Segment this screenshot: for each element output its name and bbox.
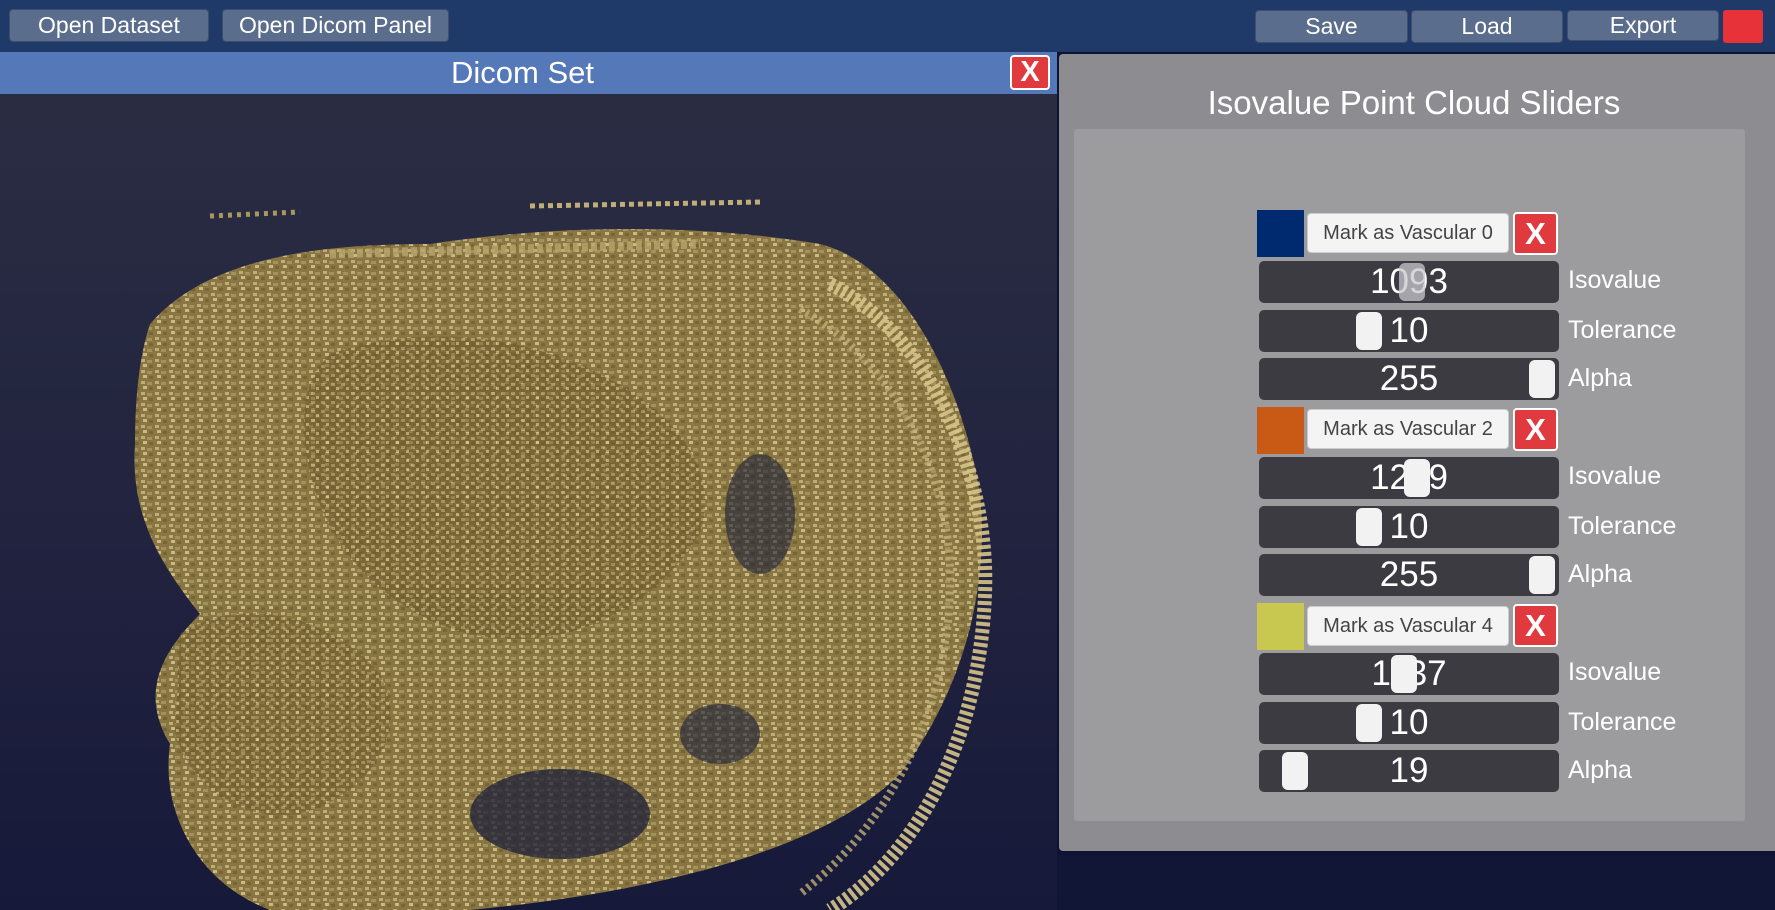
bottom-background [1057, 855, 1775, 910]
slider-label: Isovalue [1568, 658, 1662, 686]
remove-group-button[interactable]: X [1513, 604, 1558, 647]
isovalue-slider[interactable]: 1279 [1259, 457, 1559, 499]
vascular-color-swatch[interactable] [1257, 603, 1304, 650]
mark-as-vascular-button[interactable]: Mark as Vascular 0 [1307, 213, 1509, 253]
slider-handle[interactable] [1399, 263, 1425, 301]
dicom-3d-viewport[interactable] [0, 94, 1057, 910]
isovalue-slider[interactable]: 1093 [1259, 261, 1559, 303]
slider-handle[interactable] [1356, 312, 1382, 350]
slider-label: Tolerance [1568, 316, 1677, 344]
slider-handle[interactable] [1529, 360, 1555, 398]
slider-label: Alpha [1568, 364, 1632, 392]
open-dicom-panel-button[interactable]: Open Dicom Panel [222, 9, 449, 42]
alpha-slider[interactable]: 255 [1259, 358, 1559, 400]
remove-group-button[interactable]: X [1513, 408, 1558, 451]
alpha-slider[interactable]: 255 [1259, 554, 1559, 596]
slider-label: Alpha [1568, 560, 1632, 588]
slider-handle[interactable] [1391, 655, 1417, 693]
dicom-set-title: Dicom Set [451, 55, 594, 90]
tolerance-slider[interactable]: 10 [1259, 310, 1559, 352]
tolerance-slider[interactable]: 10 [1259, 506, 1559, 548]
dicom-set-header: Dicom Set [0, 52, 1057, 94]
remove-group-button[interactable]: X [1513, 212, 1558, 255]
open-dataset-button[interactable]: Open Dataset [9, 9, 209, 42]
mark-as-vascular-button[interactable]: Mark as Vascular 2 [1307, 409, 1509, 449]
slider-handle[interactable] [1356, 508, 1382, 546]
point-cloud-render[interactable] [0, 94, 1057, 910]
export-button[interactable]: Export [1567, 10, 1719, 41]
slider-value: 10 [1389, 507, 1429, 546]
panel-title: Isovalue Point Cloud Sliders [1207, 84, 1621, 121]
slider-value: 255 [1379, 555, 1439, 594]
load-button[interactable]: Load [1411, 10, 1563, 43]
slider-handle[interactable] [1282, 752, 1308, 790]
slider-label: Isovalue [1568, 462, 1662, 490]
slider-label: Alpha [1568, 756, 1632, 784]
slider-label: Tolerance [1568, 512, 1677, 540]
slider-handle[interactable] [1356, 704, 1382, 742]
slider-label: Tolerance [1568, 708, 1677, 736]
save-button[interactable]: Save [1255, 10, 1408, 43]
dicom-set-close-button[interactable]: X [1010, 55, 1050, 90]
tolerance-slider[interactable]: 10 [1259, 702, 1559, 744]
slider-value: 10 [1389, 311, 1429, 350]
vascular-color-swatch[interactable] [1257, 407, 1304, 454]
slider-label: Isovalue [1568, 266, 1662, 294]
close-app-button[interactable] [1723, 10, 1763, 43]
mark-as-vascular-button[interactable]: Mark as Vascular 4 [1307, 606, 1509, 646]
isovalue-slider[interactable]: 1137 [1259, 653, 1559, 695]
alpha-slider[interactable]: 19 [1259, 750, 1559, 792]
slider-handle[interactable] [1529, 556, 1555, 594]
slider-value: 10 [1389, 703, 1429, 742]
slider-handle[interactable] [1404, 459, 1430, 497]
slider-value: 255 [1379, 359, 1439, 398]
vascular-color-swatch[interactable] [1257, 210, 1304, 257]
